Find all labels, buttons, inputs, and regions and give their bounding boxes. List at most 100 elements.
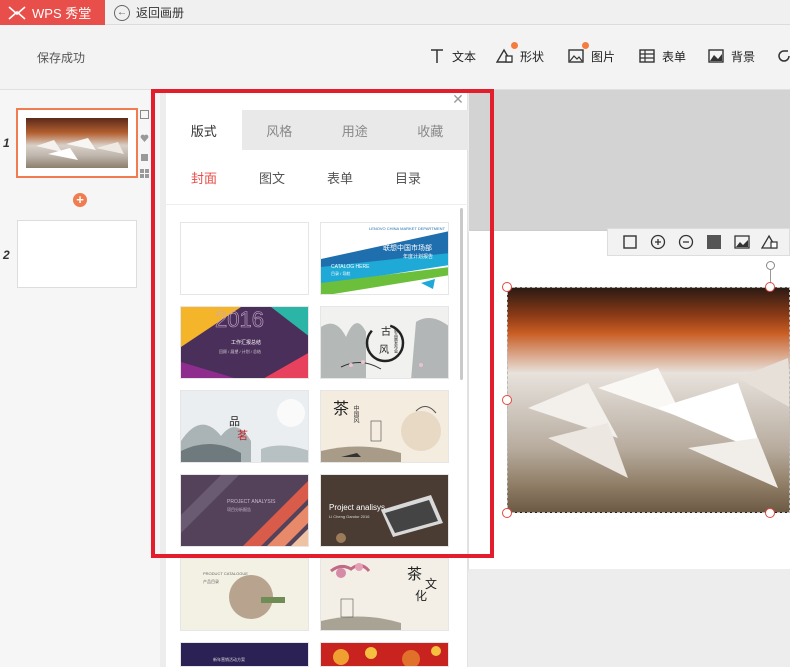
back-label: 返回画册 [136,6,185,20]
template-ink-ancient-style[interactable]: 古 风 新品展发布会 [320,306,449,379]
new-badge-dot [511,42,518,49]
canvas-background-bottom [469,569,790,667]
resize-handle[interactable] [765,282,775,292]
image-tool-label: 图片 [591,49,616,64]
slide-thumbnail-image [26,118,128,168]
template-blank[interactable] [180,222,309,295]
template-text: 回顾 / 展望 / 计划 / 总结 [219,349,262,354]
background-icon [707,47,725,65]
template-text: CATALOG HERE [331,264,370,270]
template-text: 中国风 [352,405,358,423]
form-tool-label: 表单 [662,49,687,64]
subtab-cover[interactable]: 封面 [170,150,238,204]
template-text: PROJECT ANALYSIS [227,499,276,505]
template-tabs: 版式 风格 用途 收藏 [166,110,468,150]
subtab-contents[interactable]: 目录 [374,150,442,204]
template-text: 2016 [215,307,265,332]
text-tool-button[interactable]: 文本 [428,47,476,65]
back-arrow-icon: ← [114,4,130,21]
shape-tool-button[interactable]: 形状 [496,42,545,65]
form-icon [638,47,656,65]
text-tool-label: 文本 [452,49,477,64]
grid-icon[interactable] [140,167,149,178]
template-text: 年度计划报告 [403,254,434,260]
canvas-background [469,90,790,231]
replace-image-icon[interactable] [733,233,751,251]
template-text: 目录 / 导航 [331,271,351,276]
zoom-in-icon[interactable] [649,233,667,251]
add-slide-button[interactable]: + [73,193,87,207]
back-to-album-button[interactable]: ← 返回画册 [114,4,184,21]
wps-logo-icon [8,5,26,20]
save-status: 保存成功 [37,51,86,65]
template-red-festival[interactable] [320,642,449,667]
slide-thumbnail-1[interactable] [16,108,138,178]
subtab-form[interactable]: 表单 [306,150,374,204]
template-text: Project analisys [329,503,386,512]
slide-list: 1 + 2 [0,90,160,667]
heart-icon[interactable] [140,132,149,142]
tab-purpose[interactable]: 用途 [317,110,393,150]
top-bar: WPS 秀堂 ← 返回画册 [0,0,790,25]
form-tool-button[interactable]: 表单 [638,47,686,65]
template-tea-chinese-style[interactable]: 茶 中国风 [320,390,449,463]
editor-toolbar: 保存成功 文本 形状 图片 表单 背景 [0,25,790,90]
template-text: 联想中国市场部 [383,245,432,252]
background-tool-button[interactable]: 背景 [707,47,755,65]
template-landscape-pinming[interactable]: 品 茗 [180,390,309,463]
template-blue-catalog[interactable]: LENOVO CHINA MARKET DEPARTMENT 联想中国市场部 年… [320,222,449,295]
slide-thumbnail-2[interactable] [17,220,137,288]
resize-handle[interactable] [502,508,512,518]
shape-tool-label: 形状 [520,49,545,64]
zoom-out-icon[interactable] [677,233,695,251]
template-text: 化 [415,589,428,603]
new-badge-dot [582,42,589,49]
resize-handle[interactable] [765,508,775,518]
undo-icon [775,47,790,65]
template-dark-blue[interactable]: 新年营销活动方案 [180,642,309,667]
app-logo[interactable]: WPS 秀堂 [0,0,105,25]
template-text: LENOVO CHINA MARKET DEPARTMENT [369,226,446,231]
subtab-image-text[interactable]: 图文 [238,150,306,204]
delete-slide-icon[interactable] [140,150,149,161]
tab-style[interactable]: 风格 [242,110,318,150]
template-purple-2016[interactable]: 2016 工作汇报总结 回顾 / 展望 / 计划 / 总结 [180,306,309,379]
copy-slide-icon[interactable] [140,108,149,119]
template-text: PRODUCT CATALOGUE [203,571,248,576]
template-text: 茗 [237,430,248,442]
shape-icon [496,42,518,65]
template-beige-circle[interactable]: PRODUCT CATALOGUE 产品目录 [180,558,309,631]
template-scrollbar[interactable] [460,208,463,380]
template-diagonal-stripes[interactable]: PROJECT ANALYSIS 项目分析报告 [180,474,309,547]
template-text: 茶 [407,566,423,583]
template-text: 古 [381,327,391,338]
crop-icon[interactable] [621,233,639,251]
slide-number: 2 [3,248,10,262]
template-text: 新年营销活动方案 [213,657,245,662]
template-tea-culture[interactable]: 茶 文 化 [320,558,449,631]
template-text: 产品目录 [203,579,219,584]
resize-handle[interactable] [502,395,512,405]
undo-button[interactable] [775,47,790,65]
template-text: 项目分析报告 [227,507,251,512]
selected-image[interactable] [507,287,790,513]
template-subtabs: 封面 图文 表单 目录 [166,150,468,205]
slide-number: 1 [3,136,10,150]
tab-layout[interactable]: 版式 [166,110,242,150]
template-text: 工作汇报总结 [231,340,262,346]
image-icon [567,42,589,65]
app-name: WPS 秀堂 [32,6,92,21]
image-tool-button[interactable]: 图片 [567,42,616,65]
close-icon[interactable]: ✕ [451,92,465,106]
image-edit-toolbar [607,228,790,256]
background-tool-label: 背景 [731,49,756,64]
fill-color-icon[interactable] [705,233,723,251]
tab-favorites[interactable]: 收藏 [393,110,469,150]
shape-mask-icon[interactable] [761,233,779,251]
rotate-handle[interactable] [766,261,775,270]
template-text: 新品展发布会 [394,329,399,353]
template-text: Li Cheng Gandor 2016 [329,514,370,519]
template-project-analysis-desk[interactable]: Project analisys Li Cheng Gandor 2016 [320,474,449,547]
resize-handle[interactable] [502,282,512,292]
template-text: 茶 [333,401,350,418]
